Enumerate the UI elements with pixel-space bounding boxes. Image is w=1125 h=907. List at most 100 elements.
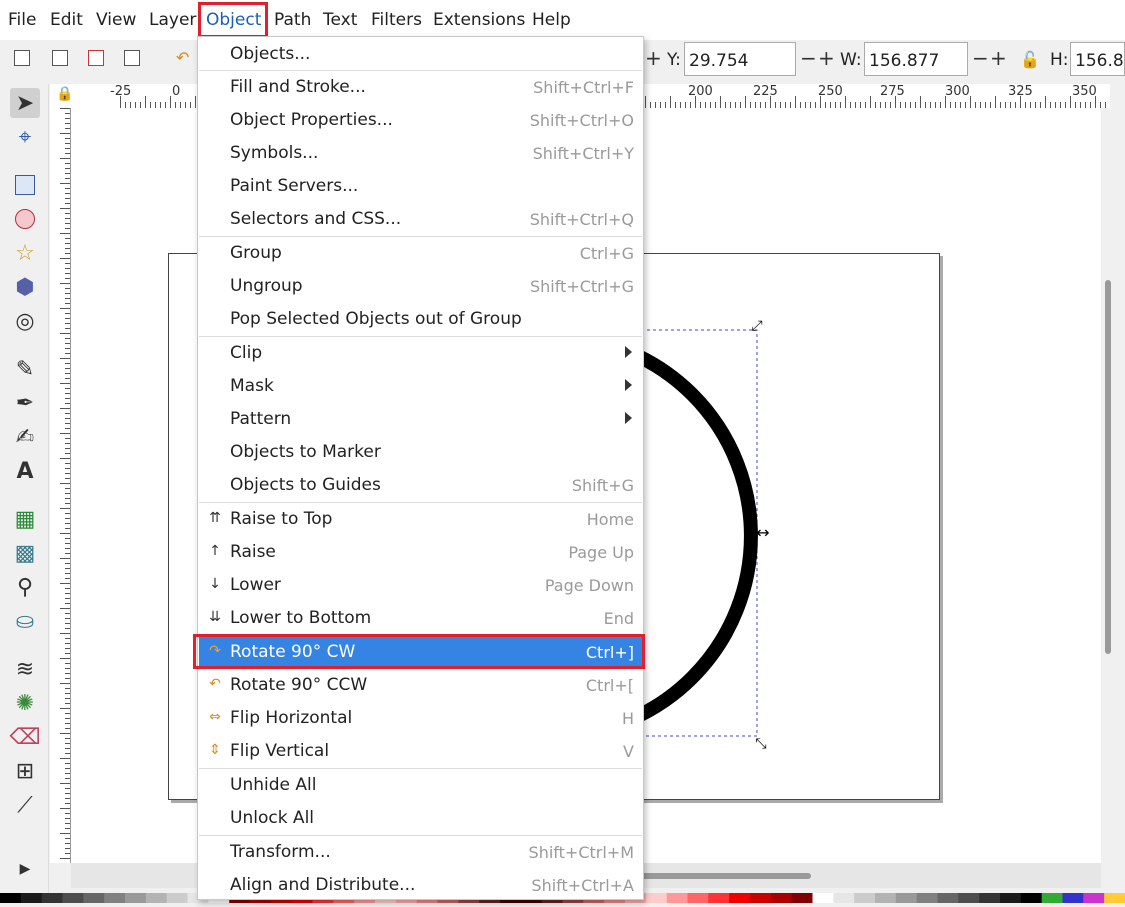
eraser-tool-icon[interactable]: ⌫ [9,722,40,752]
palette-swatch[interactable] [875,893,897,903]
menu-view[interactable]: View [96,10,136,30]
resize-handle-right[interactable]: ↔ [756,523,769,542]
spiral-tool-icon[interactable]: ◎ [10,306,40,336]
w-plus-button[interactable]: + [990,46,1007,70]
connector-tool-icon[interactable]: ⊞ [10,756,40,786]
palette-swatch[interactable] [979,893,1001,903]
palette-swatch[interactable] [1041,893,1063,903]
3d-box-tool-icon[interactable]: ⬢ [10,272,40,302]
text-tool-icon[interactable]: A [10,456,40,486]
star-tool-icon[interactable]: ☆ [10,238,40,268]
ruler-lock-icon[interactable]: 🔒 [56,86,73,102]
menu-filters[interactable]: Filters [371,10,422,30]
measure-tool-icon[interactable]: ⟋ [10,790,40,820]
menu-item-group[interactable]: Group Ctrl+G [199,237,642,270]
lock-ratio-icon[interactable]: 🔓 [1020,50,1040,69]
w-minus-button[interactable]: − [972,46,989,70]
palette-swatch[interactable] [104,893,126,903]
vertical-scrollbar[interactable] [1101,108,1121,863]
rotate-ccw-icon[interactable]: ↶ [176,50,192,66]
mesh-tool-icon[interactable]: ▩ [10,538,40,568]
menu-item-lower[interactable]: ↓ Lower Page Down [199,569,642,602]
palette-swatch[interactable] [833,893,855,903]
resize-handle-bottom-right[interactable]: ⤡ [755,736,766,752]
palette-swatch[interactable] [958,893,980,903]
menu-item-raise[interactable]: ↑ Raise Page Up [199,536,642,569]
menu-item-align-distribute[interactable]: Align and Distribute... Shift+Ctrl+A [199,869,642,902]
menu-item-object-properties[interactable]: Object Properties... Shift+Ctrl+O [199,104,642,137]
menu-extensions[interactable]: Extensions [433,10,525,30]
menu-item-objects[interactable]: Objects... [199,38,642,71]
palette-swatch[interactable] [83,893,105,903]
menu-file[interactable]: File [8,10,36,30]
menu-item-flip-vertical[interactable]: ⇕ Flip Vertical V [199,735,642,768]
rectangle-tool-icon[interactable] [10,170,40,200]
y-field[interactable]: 29.754 [684,42,796,76]
select-all-icon[interactable] [14,50,30,66]
menu-item-transform[interactable]: Transform... Shift+Ctrl+M [199,836,642,869]
y-minus-button[interactable]: − [800,46,817,70]
tweak-tool-icon[interactable]: ≋ [10,654,40,684]
menu-layer[interactable]: Layer [149,10,196,30]
palette-swatch[interactable] [750,893,772,903]
spray-tool-icon[interactable]: ✺ [10,688,40,718]
palette-swatch[interactable] [145,893,168,903]
menu-item-fill-and-stroke[interactable]: Fill and Stroke... Shift+Ctrl+F [199,71,642,104]
horizontal-scrollbar-thumb[interactable] [631,873,811,879]
menu-item-clip[interactable]: Clip [199,337,642,370]
selector-tool-icon[interactable]: ➤ [10,88,40,118]
menu-item-mask[interactable]: Mask [199,370,642,403]
palette-swatch[interactable] [729,893,751,903]
select-all-layers-icon[interactable] [52,50,68,66]
palette-swatch[interactable] [645,893,668,903]
ellipse-tool-icon[interactable] [10,204,40,234]
palette-swatch[interactable] [62,893,84,903]
palette-swatch[interactable] [895,893,918,903]
dropper-tool-icon[interactable]: ⚲ [10,572,40,602]
palette-swatch[interactable] [1020,893,1043,903]
palette-swatch[interactable] [0,893,22,903]
palette-swatch[interactable] [166,893,188,903]
menu-edit[interactable]: Edit [50,10,83,30]
select-same-icon[interactable] [124,50,140,66]
palette-swatch[interactable] [937,893,959,903]
menu-item-rotate-90-ccw[interactable]: ↶ Rotate 90° CCW Ctrl+[ [199,669,642,702]
vertical-scrollbar-thumb[interactable] [1105,280,1111,654]
palette-swatch[interactable] [812,893,834,903]
palette-swatch[interactable] [791,893,813,903]
menu-item-ungroup[interactable]: Ungroup Shift+Ctrl+G [199,270,642,303]
palette-swatch[interactable] [854,893,876,903]
deselect-icon[interactable] [88,50,104,66]
paint-bucket-tool-icon[interactable]: ⛀ [10,606,40,636]
palette-swatch[interactable] [1083,893,1105,903]
menu-item-symbols[interactable]: Symbols... Shift+Ctrl+Y [199,137,642,170]
palette-swatch[interactable] [916,893,938,903]
palette-swatch[interactable] [1062,893,1084,903]
toolbox-expand-icon[interactable]: ▶ [10,854,40,884]
palette-swatch[interactable] [687,893,709,903]
gradient-tool-icon[interactable]: ▦ [10,504,40,534]
menu-item-objects-to-guides[interactable]: Objects to Guides Shift+G [199,469,642,502]
palette-swatch[interactable] [1000,893,1022,903]
calligraphy-tool-icon[interactable]: ✍ [10,422,40,452]
y-plus-button[interactable]: + [645,46,662,70]
palette-swatch[interactable] [20,893,43,903]
h-field[interactable]: 156.87 [1070,42,1125,76]
menu-item-raise-to-top[interactable]: ⇈ Raise to Top Home [199,503,642,536]
menu-help[interactable]: Help [532,10,571,30]
palette-swatch[interactable] [708,893,730,903]
w-field[interactable]: 156.877 [864,42,968,76]
resize-handle-top-right[interactable]: ⤢ [751,318,762,334]
menu-item-selectors-css[interactable]: Selectors and CSS... Shift+Ctrl+Q [199,203,642,236]
menu-item-unhide-all[interactable]: Unhide All [199,769,642,802]
palette-swatch[interactable] [666,893,688,903]
menu-item-pop-out-of-group[interactable]: Pop Selected Objects out of Group [199,303,642,336]
node-tool-icon[interactable]: ⌖ [10,122,40,152]
menu-item-objects-to-marker[interactable]: Objects to Marker [199,436,642,469]
palette-swatch[interactable] [41,893,63,903]
palette-swatch[interactable] [770,893,793,903]
pen-tool-icon[interactable]: ✒ [10,388,40,418]
menu-item-unlock-all[interactable]: Unlock All [199,802,642,835]
menu-item-paint-servers[interactable]: Paint Servers... [199,170,642,203]
pencil-tool-icon[interactable]: ✎ [10,354,40,384]
